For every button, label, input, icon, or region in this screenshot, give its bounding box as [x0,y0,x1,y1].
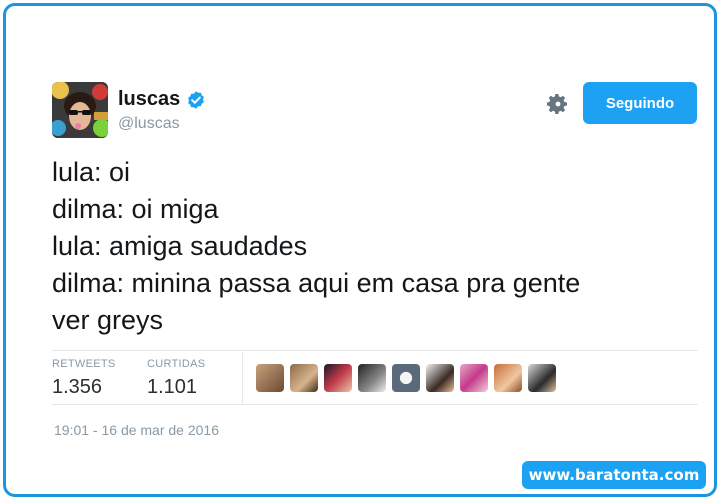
liker-avatar[interactable] [358,364,386,392]
user-info: luscas @luscas [118,88,206,133]
stats-separator [242,352,243,404]
liker-avatar[interactable] [494,364,522,392]
liker-avatar[interactable] [426,364,454,392]
liker-avatar[interactable] [460,364,488,392]
tweet-stats: RETWEETS 1.356 CURTIDAS 1.101 [52,352,698,404]
following-button[interactable]: Seguindo [583,82,697,124]
likes-stat[interactable]: CURTIDAS 1.101 [147,358,205,399]
divider [52,404,698,405]
display-name[interactable]: luscas [118,88,180,111]
liker-avatar[interactable] [256,364,284,392]
tweet-header: luscas @luscas Seguindo [52,82,698,138]
liker-avatar[interactable] [290,364,318,392]
liker-avatar[interactable] [528,364,556,392]
watermark: www.baratonta.com [522,461,706,489]
liked-by-avatars [256,364,556,392]
tweet-line: ver greys [52,305,164,335]
likes-count: 1.101 [147,376,198,398]
liker-avatar[interactable] [392,364,420,392]
tweet-line: dilma: minina passa aqui em casa pra gen… [52,268,581,298]
likes-label: CURTIDAS [147,358,206,370]
avatar[interactable] [52,82,108,138]
retweets-label: RETWEETS [52,358,116,370]
divider [52,350,698,351]
retweets-count: 1.356 [52,376,103,398]
tweet-timestamp[interactable]: 19:01 - 16 de mar de 2016 [54,422,219,438]
tweet-line: lula: amiga saudades [52,231,308,261]
name-row: luscas [118,88,206,111]
avatar-image [52,82,108,138]
tweet-line: dilma: oi miga [52,194,219,224]
gear-icon[interactable] [546,92,570,116]
tweet-line: lula: oi [52,157,131,187]
verified-badge-icon [186,90,206,110]
retweets-stat[interactable]: RETWEETS 1.356 [52,358,116,399]
liker-avatar[interactable] [324,364,352,392]
tweet-text: lula: oi dilma: oi miga lula: amiga saud… [52,154,692,339]
user-handle[interactable]: @luscas [118,115,206,133]
